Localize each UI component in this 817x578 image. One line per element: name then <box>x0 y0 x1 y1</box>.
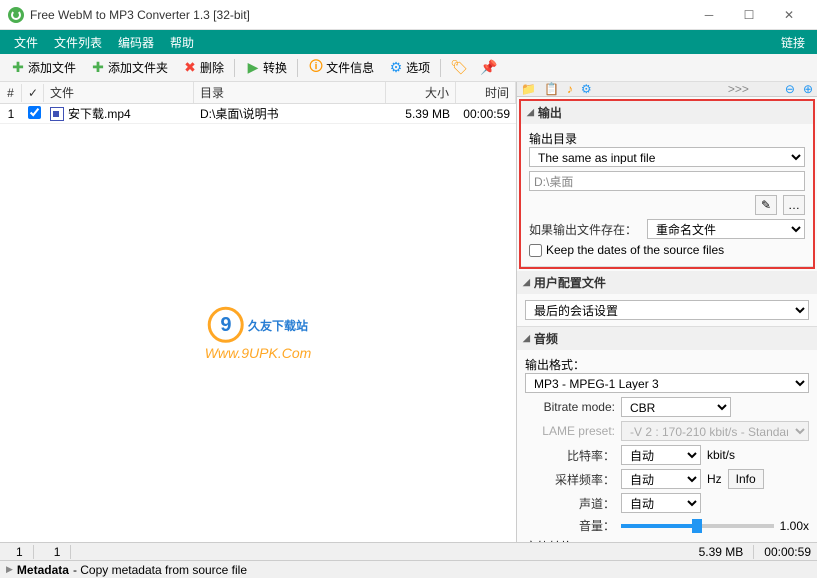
chevron-down-icon: ◢ <box>527 107 534 118</box>
file-list-panel: # ✓ 文件 目录 大小 时间 1 安下载.mp4 D:\桌面\说明书 5.39… <box>0 82 517 542</box>
expand-icon[interactable]: ⊕ <box>803 82 813 96</box>
status-size: 5.39 MB <box>689 545 755 559</box>
channel-label: 声道： <box>525 495 615 512</box>
channel-select[interactable]: 自动 <box>621 493 701 513</box>
chevron-down-icon: ◢ <box>523 333 530 344</box>
info-button[interactable]: Info <box>728 469 764 489</box>
info-icon: 🛈 <box>308 60 324 76</box>
profile-section-head[interactable]: ◢用户配置文件 <box>517 271 817 294</box>
chevron-right-icon: ▶ <box>6 564 13 575</box>
file-info-button[interactable]: 🛈文件信息 <box>302 57 380 78</box>
menu-link[interactable]: 链接 <box>775 34 811 51</box>
folder-tab-icon[interactable]: 📁 <box>521 82 536 96</box>
chevron-down-icon: ◢ <box>523 277 530 288</box>
status-total: 1 <box>44 545 72 559</box>
watermark: 9久友下载站 Www.9UPK.Com <box>205 307 312 361</box>
music-tab-icon[interactable]: ♪ <box>567 82 573 96</box>
maximize-button[interactable]: ☐ <box>729 1 769 29</box>
metadata-text: - Copy metadata from source file <box>73 563 247 577</box>
metadata-head: Metadata <box>17 563 69 577</box>
lame-select: -V 2 : 170-210 kbit/s - Standard <box>621 421 809 441</box>
volume-slider[interactable] <box>621 524 774 528</box>
convert-button[interactable]: ▶转换 <box>239 57 293 78</box>
table-row[interactable]: 1 安下载.mp4 D:\桌面\说明书 5.39 MB 00:00:59 <box>0 104 516 124</box>
volume-label: 音量： <box>525 517 615 534</box>
lame-label: LAME preset: <box>525 424 615 438</box>
bitrate-select[interactable]: 自动 <box>621 445 701 465</box>
row-checkbox[interactable] <box>28 106 41 119</box>
output-section-head[interactable]: ◢输出 <box>521 101 813 124</box>
sample-label: 采样频率： <box>525 471 615 488</box>
volume-value: 1.00x <box>780 519 809 533</box>
close-button[interactable]: ✕ <box>769 1 809 29</box>
audio-section-head[interactable]: ◢音频 <box>517 327 817 350</box>
gear-icon: ⚙ <box>388 60 404 76</box>
col-dir[interactable]: 目录 <box>194 82 386 103</box>
status-time: 00:00:59 <box>764 545 811 559</box>
table-header: # ✓ 文件 目录 大小 时间 <box>0 82 516 104</box>
menu-encoder[interactable]: 编码器 <box>110 34 162 51</box>
pin-icon: 📌 <box>481 60 497 76</box>
sample-select[interactable]: 自动 <box>621 469 701 489</box>
cell-dir: D:\桌面\说明书 <box>194 104 386 123</box>
bitrate-label: 比特率： <box>525 447 615 464</box>
minimize-button[interactable]: ─ <box>689 1 729 29</box>
output-highlight-box: ◢输出 输出目录 The same as input file ✎ … 如果输出… <box>519 99 815 269</box>
format-label: 输出格式： <box>525 356 809 373</box>
plus-icon: ✚ <box>10 60 26 76</box>
col-num[interactable]: # <box>0 84 22 102</box>
delete-icon: ✖ <box>182 60 198 76</box>
app-logo-icon <box>8 7 24 23</box>
cell-check[interactable] <box>22 105 44 123</box>
menu-help[interactable]: 帮助 <box>162 34 202 51</box>
play-icon: ▶ <box>245 60 261 76</box>
window-title: Free WebM to MP3 Converter 1.3 [32-bit] <box>30 8 689 22</box>
expand-chevrons[interactable]: >>> <box>728 82 749 96</box>
browse-path-button[interactable]: … <box>783 195 805 215</box>
exists-select[interactable]: 重命名文件 <box>647 219 805 239</box>
col-size[interactable]: 大小 <box>386 82 456 103</box>
menu-file[interactable]: 文件 <box>6 34 46 51</box>
output-dir-label: 输出目录 <box>529 130 805 147</box>
cell-time: 00:00:59 <box>456 106 516 122</box>
status-bar: 1 1 5.39 MB 00:00:59 <box>0 542 817 560</box>
clipboard-tab-icon[interactable]: 📋 <box>544 82 559 96</box>
cell-size: 5.39 MB <box>386 106 456 122</box>
format-select[interactable]: MP3 - MPEG-1 Layer 3 <box>525 373 809 393</box>
folder-plus-icon: ✚ <box>90 60 106 76</box>
options-button[interactable]: ⚙选项 <box>382 57 436 78</box>
edit-path-button[interactable]: ✎ <box>755 195 777 215</box>
cell-num: 1 <box>0 106 22 122</box>
pin-button[interactable]: 📌 <box>475 58 503 78</box>
delete-button[interactable]: ✖删除 <box>176 57 230 78</box>
settings-tabs: 📁 📋 ♪ ⚙ >>> ⊖ ⊕ <box>517 82 817 97</box>
track-label: 音轨转换 <box>525 538 809 542</box>
col-time[interactable]: 时间 <box>456 82 516 103</box>
status-count: 1 <box>6 545 34 559</box>
output-path-field <box>529 171 805 191</box>
metadata-bar[interactable]: ▶ Metadata - Copy metadata from source f… <box>0 560 817 578</box>
video-file-icon <box>50 107 64 121</box>
cell-file: 安下载.mp4 <box>44 104 194 123</box>
menu-filelist[interactable]: 文件列表 <box>46 34 110 51</box>
window-buttons: ─ ☐ ✕ <box>689 1 809 29</box>
col-check[interactable]: ✓ <box>22 84 44 102</box>
settings-panel: 📁 📋 ♪ ⚙ >>> ⊖ ⊕ ◢输出 输出目录 The same as inp… <box>517 82 817 542</box>
collapse-icon[interactable]: ⊖ <box>785 82 795 96</box>
menu-bar: 文件 文件列表 编码器 帮助 链接 <box>0 30 817 54</box>
toolbar: ✚添加文件 ✚添加文件夹 ✖删除 ▶转换 🛈文件信息 ⚙选项 🏷 📌 <box>0 54 817 82</box>
col-file[interactable]: 文件 <box>44 82 194 103</box>
profile-select[interactable]: 最后的会话设置 <box>525 300 809 320</box>
add-file-button[interactable]: ✚添加文件 <box>4 57 82 78</box>
tag-icon: 🏷 <box>451 60 467 76</box>
output-dir-select[interactable]: The same as input file <box>529 147 805 167</box>
exists-label: 如果输出文件存在： <box>529 221 637 238</box>
add-folder-button[interactable]: ✚添加文件夹 <box>84 57 174 78</box>
bitrate-mode-label: Bitrate mode: <box>525 400 615 414</box>
gear-tab-icon[interactable]: ⚙ <box>581 82 592 96</box>
keep-dates-check[interactable]: Keep the dates of the source files <box>529 243 805 257</box>
title-bar: Free WebM to MP3 Converter 1.3 [32-bit] … <box>0 0 817 30</box>
tag-button[interactable]: 🏷 <box>445 58 473 78</box>
bitrate-mode-select[interactable]: CBR <box>621 397 731 417</box>
